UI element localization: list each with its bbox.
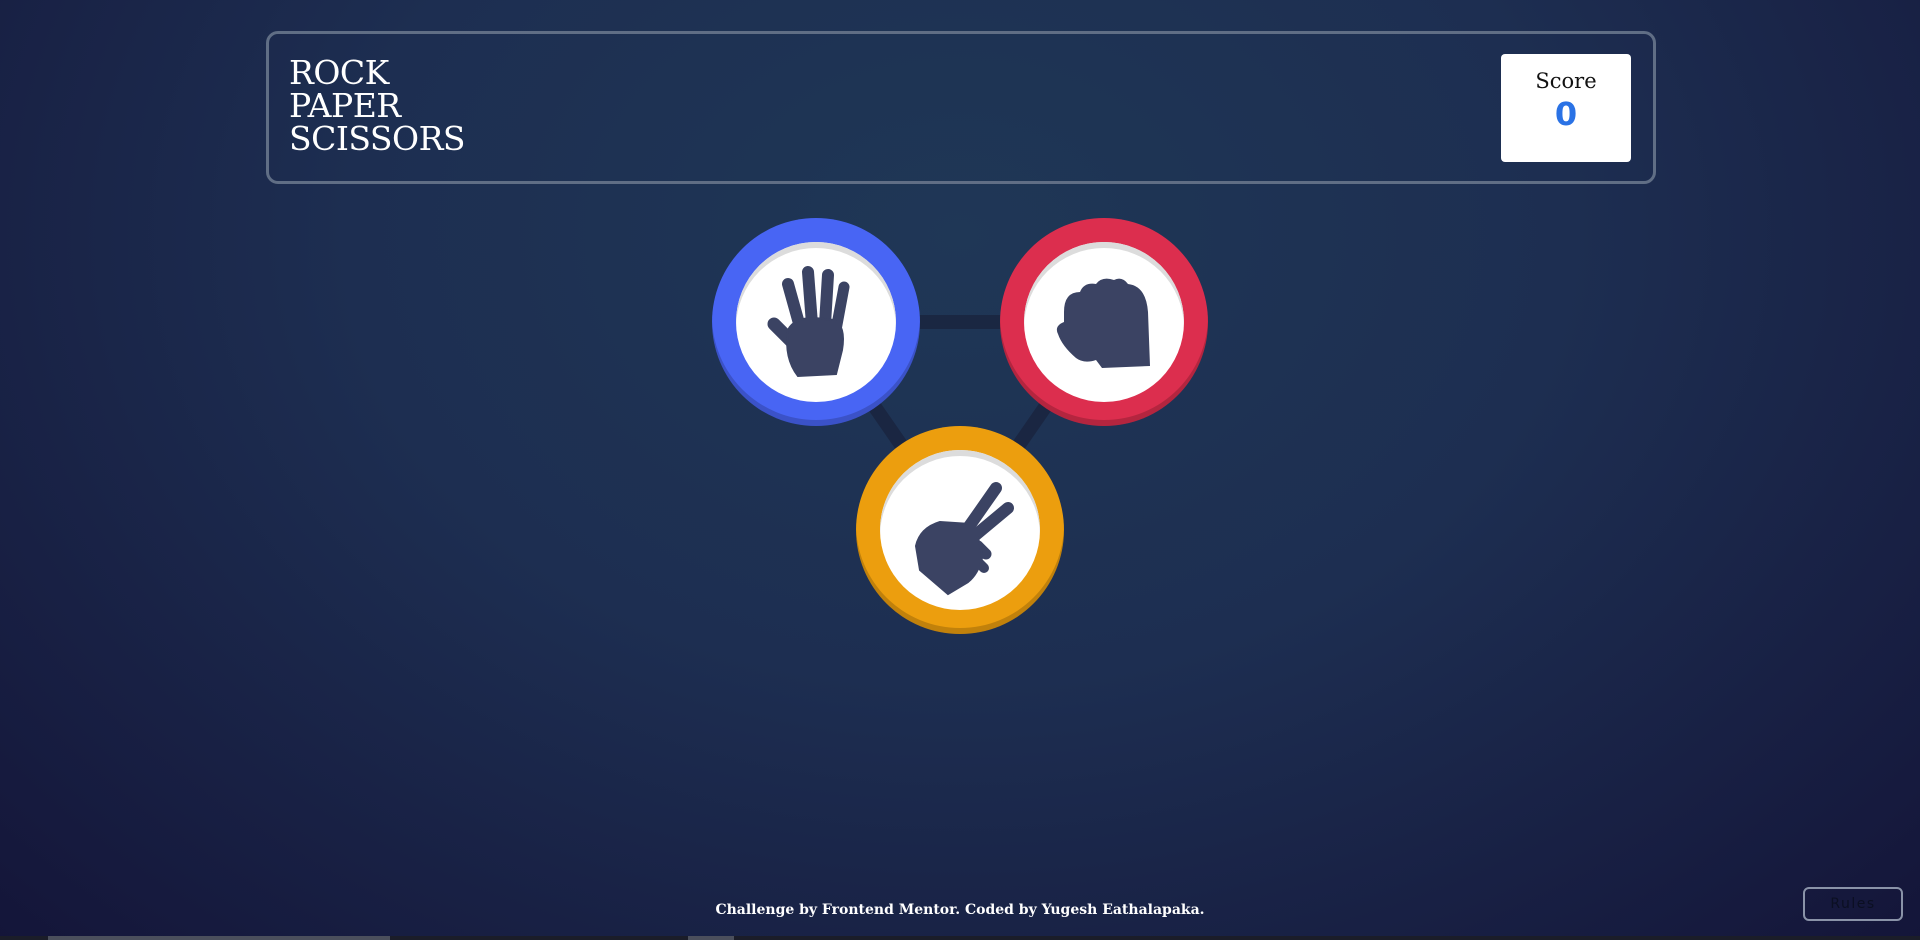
game-board: [0, 0, 1920, 940]
hand-scissors-icon: [914, 482, 1014, 596]
horizontal-scrollbar[interactable]: [0, 936, 1920, 940]
scrollbar-marker: [688, 936, 734, 940]
attribution-footer: Challenge by Frontend Mentor. Coded by Y…: [715, 902, 1205, 918]
scrollbar-thumb[interactable]: [48, 936, 390, 940]
hand-rock-icon: [1056, 278, 1150, 368]
rules-button[interactable]: Rules: [1803, 887, 1903, 921]
rock-choice-button[interactable]: [1000, 218, 1208, 426]
hand-paper-icon: [767, 266, 850, 378]
scissors-choice-button[interactable]: [856, 426, 1064, 634]
paper-choice-button[interactable]: [712, 218, 920, 426]
